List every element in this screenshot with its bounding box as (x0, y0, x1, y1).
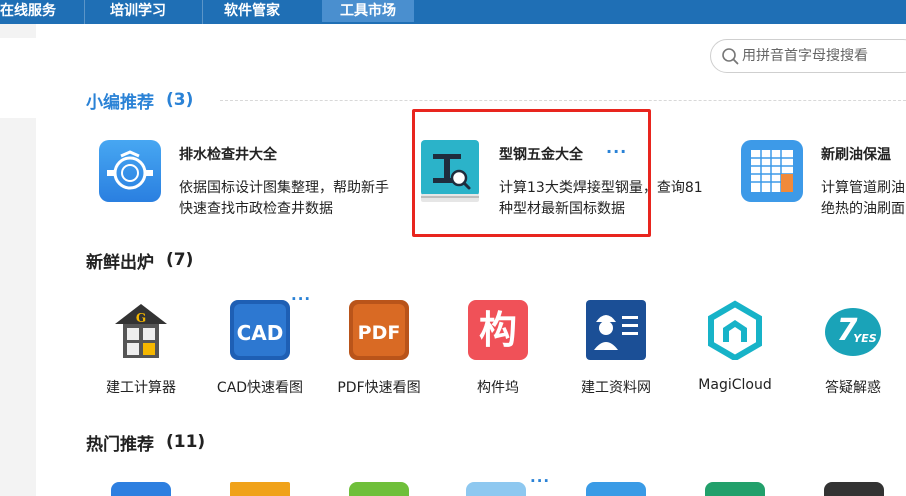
search-input[interactable] (742, 48, 906, 64)
app-name: CAD快速看图 (216, 380, 304, 396)
app-icon-partial[interactable] (824, 482, 884, 496)
app-cad-viewer[interactable]: CAD ··· CAD快速看图 (205, 290, 315, 397)
rec-desc: 计算管道刷油绝热的油刷面 (821, 180, 905, 217)
more-icon[interactable]: ··· (291, 290, 311, 308)
yes-icon: 7 YES (823, 300, 883, 360)
rec-card-oil-insulation[interactable]: 新刷油保温 计算管道刷油绝热的油刷面 (741, 140, 906, 220)
section-new-header: 新鲜出炉 (7) (86, 249, 194, 273)
gouj-icon: 构 (468, 300, 528, 360)
tab-training[interactable]: 培训学习 (110, 0, 186, 22)
section-title: 新鲜出炉 (86, 252, 154, 273)
search-box[interactable] (710, 39, 906, 73)
manhole-icon (99, 140, 161, 202)
section-title: 小编推荐 (86, 92, 154, 113)
rec-card-steel[interactable]: 型钢五金大全 ··· 计算13大类焊接型钢量，查询81种型材最新国标数据 (419, 140, 703, 220)
rec-card-manhole[interactable]: 排水检查井大全 依据国标设计图集整理，帮助新手快速查找市政检查井数据 (99, 140, 399, 220)
app-name: MagiCloud (698, 377, 772, 393)
app-goujianwu[interactable]: 构 构件坞 (443, 300, 553, 397)
section-divider (220, 100, 906, 101)
app-name: PDF快速看图 (337, 380, 421, 396)
tab-label: 培训学习 (110, 3, 166, 19)
svg-text:G: G (136, 311, 146, 325)
app-icon-partial[interactable] (586, 482, 646, 496)
tab-label: 软件管家 (224, 3, 280, 19)
app-name: 答疑解惑 (825, 380, 881, 396)
tab-tool-market[interactable]: 工具市场 (322, 0, 414, 22)
section-title: 热门推荐 (86, 434, 154, 455)
section-count: (11) (166, 432, 206, 452)
rec-name: 型钢五金大全 (499, 147, 583, 163)
app-icon-partial[interactable] (230, 482, 290, 496)
rec-name: 新刷油保温 (821, 147, 891, 163)
tab-label: 工具市场 (340, 3, 396, 19)
tab-software-manager[interactable]: 软件管家 (224, 0, 304, 22)
left-sidebar (0, 24, 36, 496)
app-name: 建工资料网 (581, 380, 651, 396)
steel-book-icon (419, 140, 481, 202)
top-nav: 在线服务 培训学习 软件管家 工具市场 (0, 0, 906, 24)
app-name: 构件坞 (477, 380, 519, 396)
section-count: (7) (166, 250, 194, 270)
spreadsheet-grid-icon (741, 140, 803, 202)
app-magicloud[interactable]: MagiCloud (680, 300, 790, 393)
app-icon-partial[interactable] (705, 482, 765, 496)
rec-desc: 依据国标设计图集整理，帮助新手快速查找市政检查井数据 (179, 180, 389, 217)
more-icon[interactable]: ··· (606, 142, 627, 161)
app-pdf-viewer[interactable]: PDF PDF快速看图 (324, 300, 434, 397)
pdf-icon: PDF (349, 300, 409, 360)
cad-icon: CAD (230, 300, 290, 360)
tab-online-service[interactable]: 在线服务 (0, 0, 76, 22)
svg-text:PDF: PDF (358, 322, 401, 344)
tab-label: 在线服务 (0, 3, 56, 19)
app-jiangong-ziliao[interactable]: 建工资料网 (561, 300, 671, 397)
svg-text:CAD: CAD (237, 321, 284, 345)
worker-id-icon (586, 300, 646, 360)
app-icon-partial[interactable] (111, 482, 171, 496)
magicloud-icon (705, 300, 765, 362)
calculator-icon: G (111, 300, 171, 360)
gouj-glyph: 构 (478, 308, 517, 352)
svg-text:YES: YES (853, 332, 876, 345)
section-editor-pick-header: 小编推荐 (3) (86, 89, 194, 113)
app-qa[interactable]: 7 YES 答疑解惑 (798, 300, 906, 397)
app-icon-partial[interactable] (466, 482, 526, 496)
rec-desc: 计算13大类焊接型钢量，查询81种型材最新国标数据 (499, 180, 703, 217)
app-icon-partial[interactable] (349, 482, 409, 496)
more-icon[interactable]: ··· (530, 472, 550, 490)
section-count: (3) (166, 90, 194, 110)
search-icon (721, 47, 739, 65)
app-calculator[interactable]: G 建工计算器 (86, 300, 196, 397)
app-name: 建工计算器 (106, 380, 176, 396)
section-hot-header: 热门推荐 (11) (86, 431, 206, 455)
rec-name: 排水检查井大全 (179, 147, 277, 163)
